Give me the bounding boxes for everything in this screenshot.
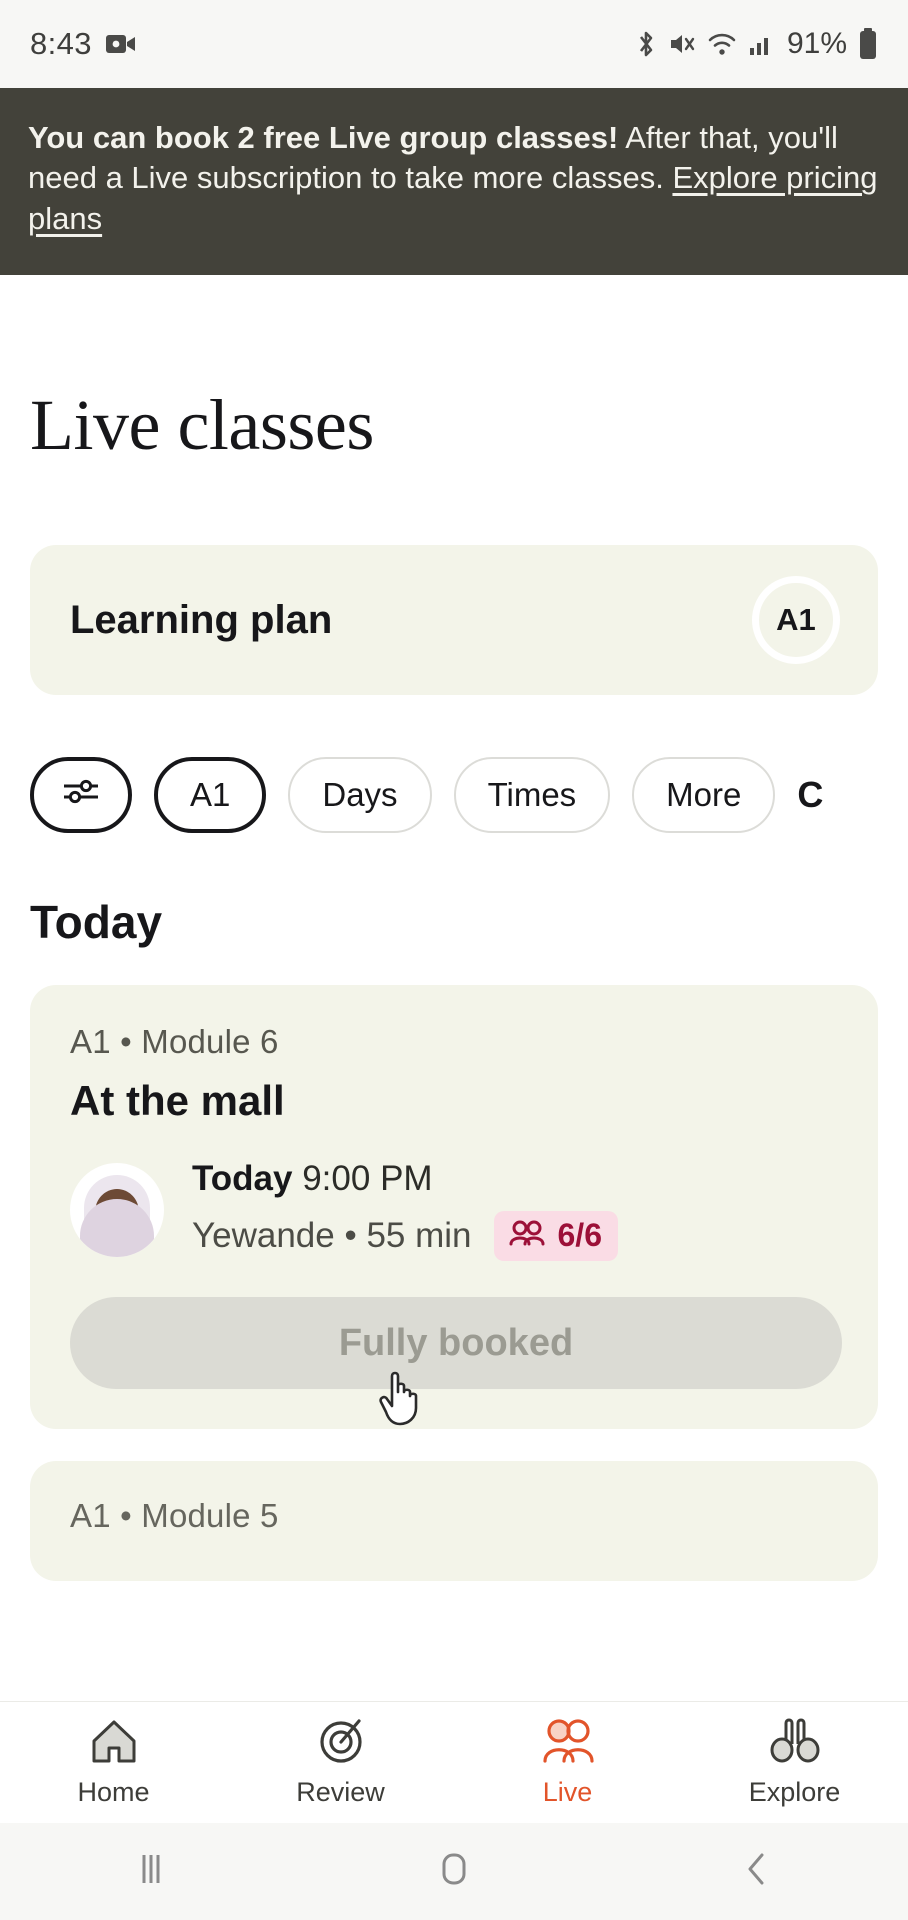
class-card-tutor-duration: Yewande • 55 min (192, 1216, 472, 1255)
tutor-name: Yewande (192, 1216, 335, 1255)
back-button[interactable] (605, 1847, 908, 1896)
section-title-today: Today (30, 896, 163, 948)
app-scroll-area[interactable]: Live classes Learning plan A1 A1 Days Ti… (0, 340, 908, 1701)
wifi-icon (707, 31, 737, 57)
capacity-count: 6/6 (557, 1217, 602, 1253)
filter-settings-chip[interactable] (30, 757, 132, 833)
class-card-subline: Yewande • 55 min 6/6 (192, 1211, 618, 1261)
nav-label-explore: Explore (748, 1777, 841, 1807)
filter-chip-row[interactable]: A1 Days Times More C (0, 695, 908, 833)
app-bottom-nav[interactable]: Home Review Live Explore (0, 1701, 908, 1823)
learning-plan-label: Learning plan (70, 597, 333, 642)
class-card-title: At the mall (70, 1077, 285, 1124)
filter-chip-times[interactable]: Times (453, 757, 611, 833)
capacity-badge: 6/6 (493, 1211, 618, 1261)
class-card-next-meta: A1 • Module 5 (70, 1497, 279, 1534)
class-duration: 55 min (366, 1216, 472, 1255)
home-button[interactable] (303, 1847, 606, 1896)
back-chevron-icon (737, 1847, 777, 1896)
target-icon (315, 1717, 367, 1770)
people-icon (539, 1717, 597, 1770)
home-square-icon (432, 1847, 476, 1896)
class-card-next[interactable]: A1 • Module 5 (30, 1461, 878, 1581)
nav-item-review[interactable]: Review (227, 1717, 454, 1808)
nav-label-live: Live (542, 1777, 593, 1807)
recents-icon (131, 1847, 171, 1896)
nav-item-explore[interactable]: Explore (681, 1717, 908, 1808)
recents-button[interactable] (0, 1847, 303, 1896)
learning-plan-level-badge: A1 (752, 576, 840, 664)
nav-item-home[interactable]: Home (0, 1717, 227, 1808)
class-card-meta: A1 • Module 6 (70, 1023, 279, 1060)
battery-icon (858, 28, 878, 60)
mute-icon (668, 30, 696, 58)
learning-plan-card[interactable]: Learning plan A1 (30, 545, 878, 695)
android-status-bar: 8:43 91% (0, 0, 908, 88)
class-card-schedule: Today 9:00 PM Yewande • 55 min 6/6 (192, 1159, 618, 1261)
android-system-nav[interactable] (0, 1823, 908, 1920)
status-bar-right: 91% (635, 27, 878, 61)
class-card-tutor-row: Today 9:00 PM Yewande • 55 min 6/6 (70, 1159, 842, 1261)
class-card-day: Today (192, 1159, 293, 1198)
tutor-avatar (70, 1163, 164, 1257)
filter-chip-days[interactable]: Days (288, 757, 432, 833)
nav-item-live[interactable]: Live (454, 1717, 681, 1808)
bluetooth-icon (635, 29, 657, 59)
filter-chip-level[interactable]: A1 (154, 757, 267, 833)
status-bar-clock: 8:43 (30, 26, 92, 61)
class-card-time: 9:00 PM (302, 1159, 433, 1198)
home-icon (88, 1717, 140, 1770)
people-icon (508, 1217, 546, 1254)
status-bar-left: 8:43 (30, 26, 136, 62)
filter-chip-more[interactable]: More (632, 757, 776, 833)
book-button[interactable]: Fully booked (70, 1297, 842, 1389)
class-card-when: Today 9:00 PM (192, 1159, 618, 1199)
promo-headline: You can book 2 free Live group classes! (28, 120, 619, 155)
signal-icon (748, 31, 774, 57)
sliders-icon (60, 775, 102, 815)
nav-label-home: Home (77, 1777, 150, 1807)
nav-label-review: Review (296, 1777, 385, 1807)
class-card[interactable]: A1 • Module 6 At the mall Today 9:00 PM … (30, 985, 878, 1429)
filter-chip-overflow[interactable]: C (797, 757, 824, 833)
video-recording-icon (105, 33, 136, 55)
battery-percent-label: 91% (786, 27, 847, 60)
promo-banner: You can book 2 free Live group classes! … (0, 88, 908, 275)
binoculars-icon (767, 1717, 823, 1770)
page-title: Live classes (30, 385, 374, 465)
